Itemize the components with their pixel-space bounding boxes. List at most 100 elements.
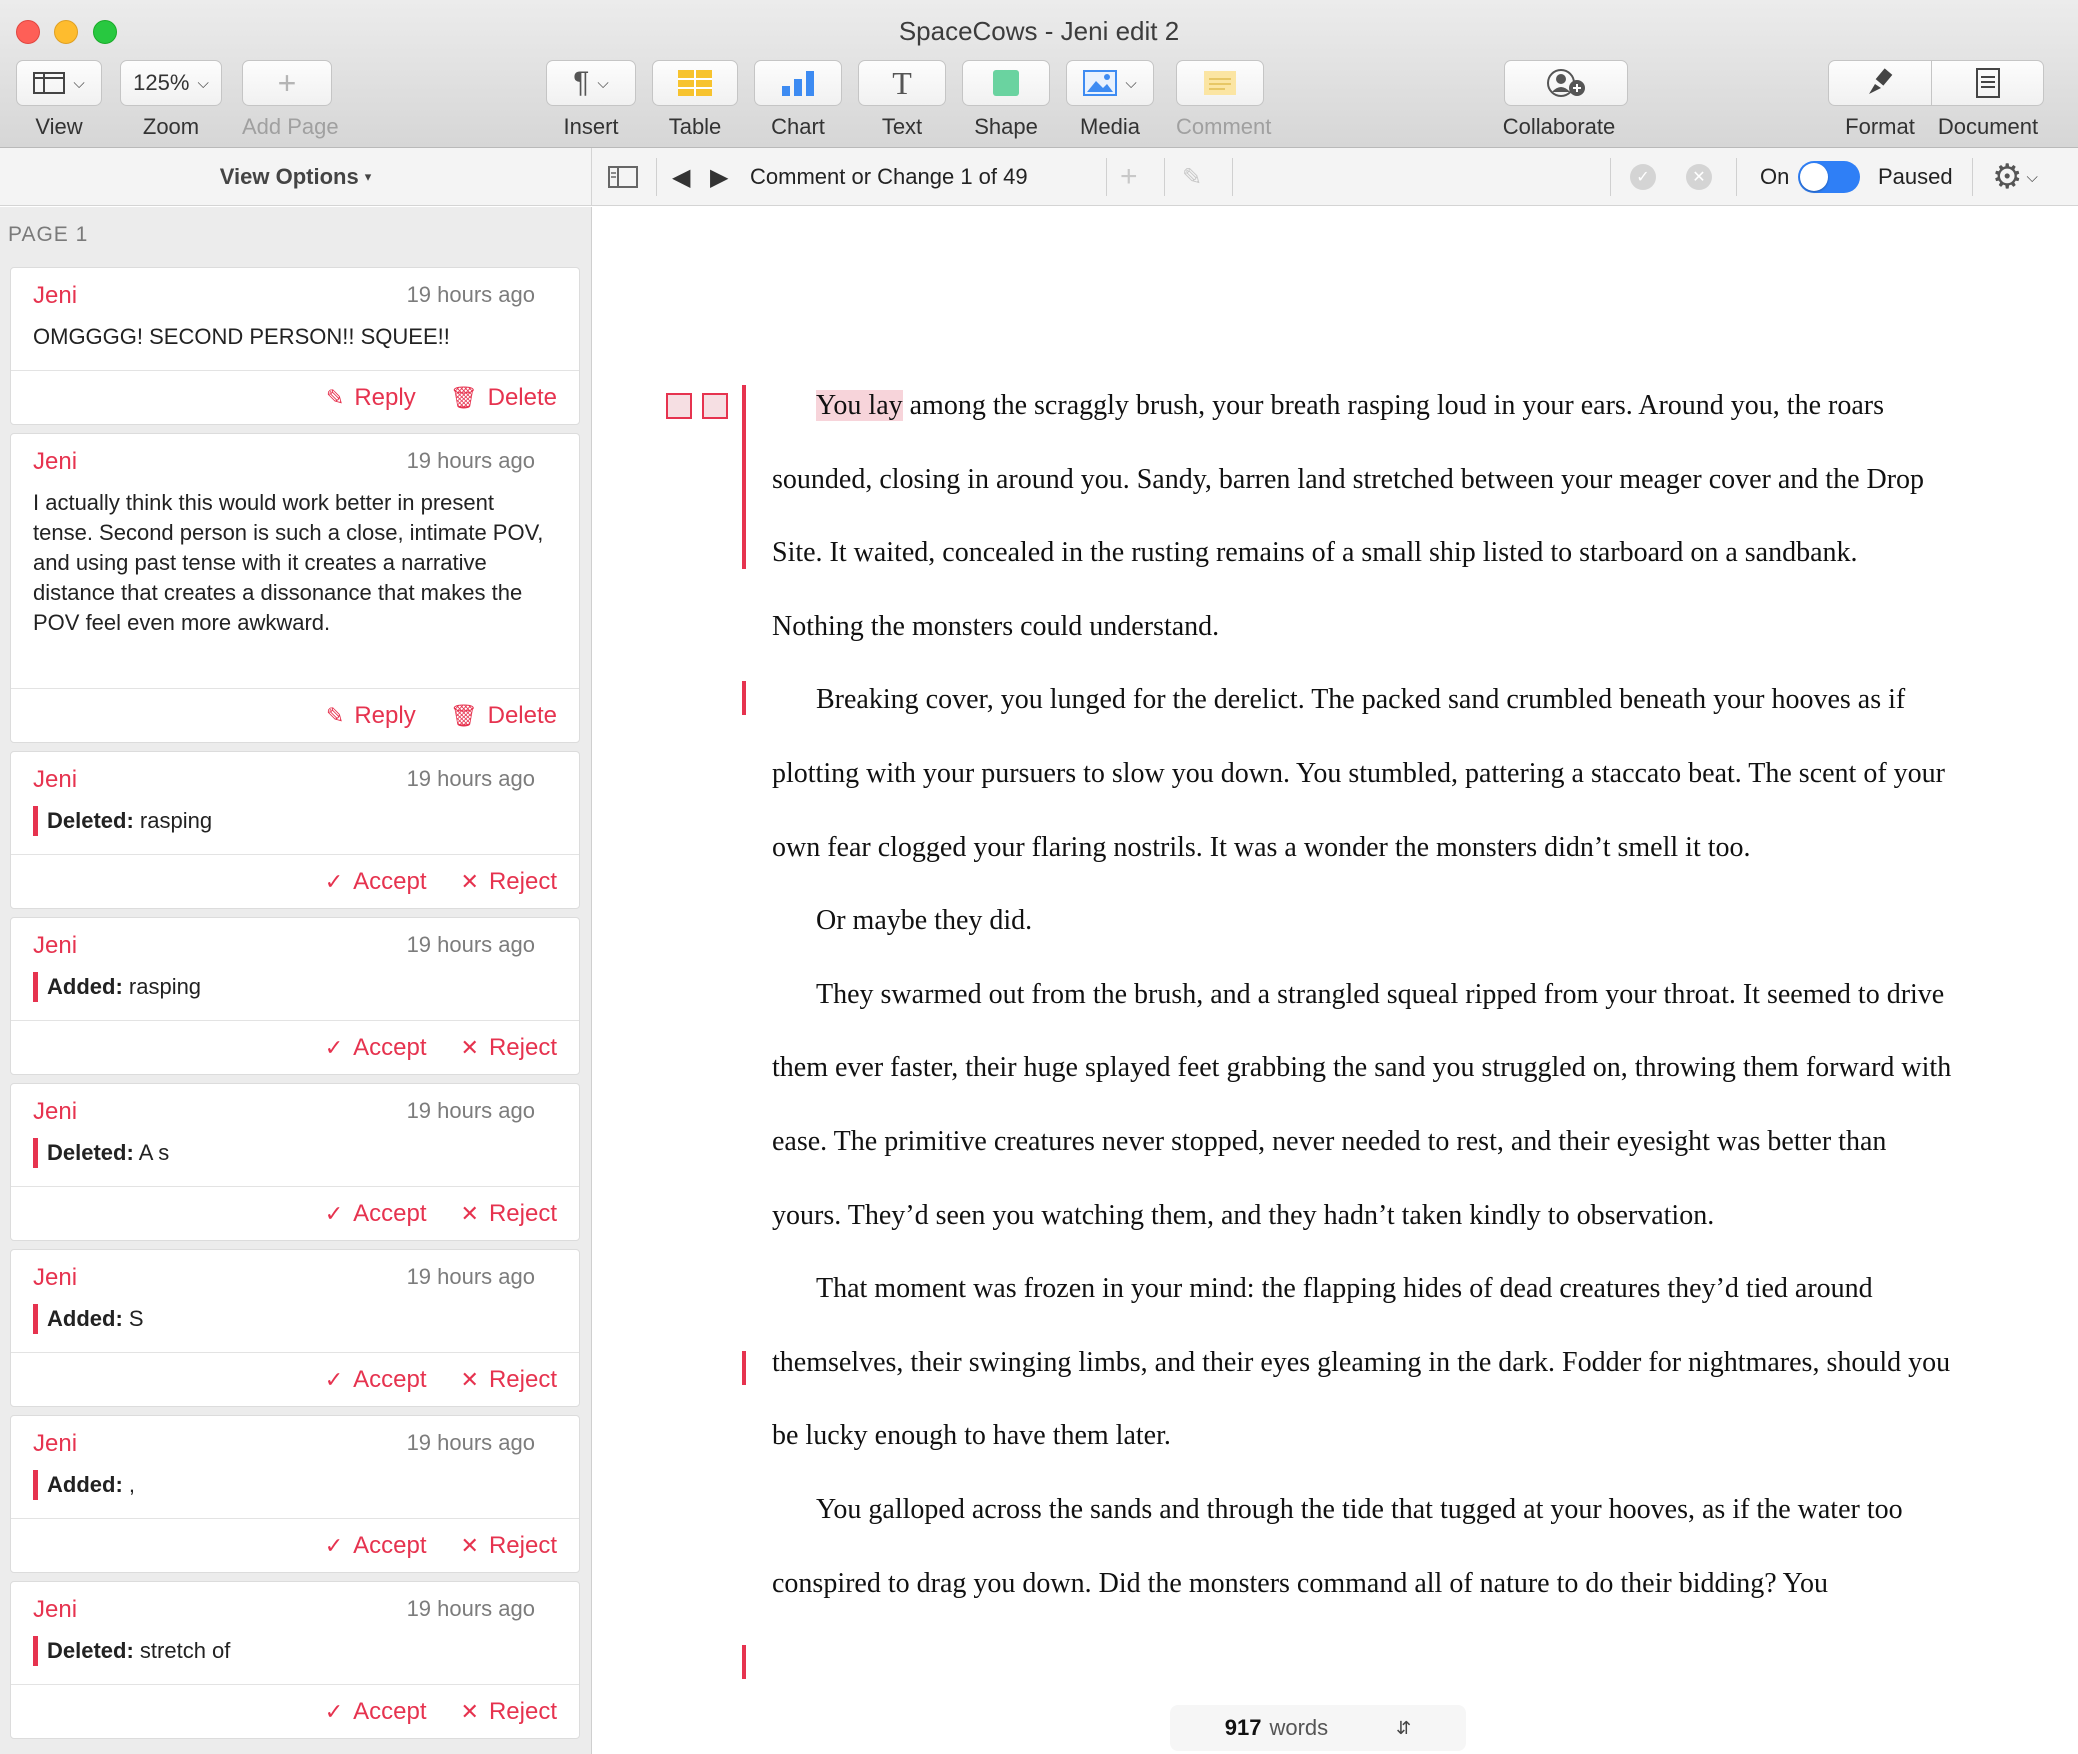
comment-card[interactable]: Jeni 19 hours ago OMGGGG! SECOND PERSON!… [10, 267, 580, 425]
accept-button[interactable]: ✓ Accept [325, 1200, 427, 1228]
shape-icon [993, 70, 1019, 96]
toolbar-chart[interactable]: Chart [754, 60, 842, 140]
view-button[interactable]: ⌵ [16, 60, 102, 106]
reject-button[interactable]: ✕ Reject [461, 1532, 557, 1560]
change-card[interactable]: Jeni 19 hours ago Added: S ✓ Accept ✕ Reje… [10, 1249, 580, 1407]
reject-all-button[interactable]: ✕ [1686, 148, 1712, 206]
media-button[interactable]: ⌵ [1066, 60, 1154, 106]
insert-button[interactable]: ¶ ⌵ [546, 60, 636, 106]
toolbar-collaborate[interactable]: Collaborate [1490, 60, 1628, 140]
zoom-value: 125% [133, 70, 190, 95]
toolbar-comment[interactable]: Comment [1176, 60, 1271, 140]
tracking-on-label: On [1760, 164, 1790, 189]
comment-card[interactable]: Jeni 19 hours ago I actually think this … [10, 433, 580, 743]
commented-text[interactable]: You lay [816, 390, 903, 421]
next-change-button[interactable]: ▶ [710, 148, 728, 206]
accept-label: Accept [353, 867, 427, 895]
reject-label: Reject [488, 1697, 557, 1725]
toolbar-add-page[interactable]: + Add Page [242, 60, 339, 140]
zoom-select[interactable]: 125% ⌵ [120, 60, 222, 106]
pencil-icon: ✎ [325, 702, 345, 728]
document-canvas[interactable]: You lay among the scraggly brush, your b… [594, 207, 2078, 1754]
comment-marker[interactable] [702, 393, 728, 419]
comments-sidebar: PAGE 1 Jeni 19 hours ago OMGGGG! SECOND … [0, 207, 592, 1754]
toolbar-insert[interactable]: ¶ ⌵ Insert [546, 60, 636, 140]
comment-note-icon [1204, 71, 1236, 95]
toolbar-view[interactable]: ⌵ View [16, 60, 102, 140]
x-icon: ✕ [460, 1698, 479, 1724]
accept-button[interactable]: ✓ Accept [325, 1034, 427, 1062]
format-button[interactable] [1828, 60, 1932, 106]
comment-author: Jeni [33, 282, 78, 309]
toolbar-shape[interactable]: Shape [962, 60, 1050, 140]
toolbar-table[interactable]: Table [652, 60, 738, 140]
checkmark-icon: ✓ [324, 1366, 344, 1392]
change-description: Added: rasping [33, 972, 553, 1002]
change-bar [742, 385, 746, 569]
sidebar-layout-icon [33, 72, 66, 94]
text-box-icon: T [892, 64, 912, 101]
add-comment-button[interactable]: + [1120, 148, 1138, 206]
table-button[interactable] [652, 60, 738, 106]
comment-button[interactable] [1176, 60, 1264, 106]
toolbar-inspector[interactable]: Format Document [1828, 60, 2044, 140]
chart-button[interactable] [754, 60, 842, 106]
change-time: 19 hours ago [406, 1098, 535, 1123]
change-card[interactable]: Jeni 19 hours ago Added: rasping ✓ Accept… [10, 917, 580, 1075]
accept-button[interactable]: ✓ Accept [325, 1698, 427, 1726]
accept-all-button[interactable]: ✓ [1630, 148, 1656, 206]
reply-button[interactable]: ✎ Reply [326, 384, 416, 412]
toolbar-zoom[interactable]: 125% ⌵ Zoom [120, 60, 222, 140]
toggle-switch[interactable] [1798, 161, 1860, 193]
reject-button[interactable]: ✕ Reject [461, 1698, 557, 1726]
reject-button[interactable]: ✕ Reject [461, 1034, 557, 1062]
change-card[interactable]: Jeni 19 hours ago Added: , ✓ Accept ✕ Reje… [10, 1415, 580, 1573]
change-description: Added: , [33, 1470, 553, 1500]
word-count-pill[interactable]: 917 words ⇵ [1170, 1705, 1466, 1751]
change-description: Deleted: A s [33, 1138, 553, 1168]
separator [1610, 158, 1611, 196]
comment-actions: ✎ Reply 🗑 Delete [11, 370, 579, 424]
view-options-button[interactable]: View Options ▾ [0, 148, 592, 206]
shape-button[interactable] [962, 60, 1050, 106]
previous-change-button[interactable]: ◀ [672, 148, 690, 206]
delete-button[interactable]: 🗑 Delete [450, 702, 557, 730]
accept-button[interactable]: ✓ Accept [325, 1366, 427, 1394]
collaborate-button[interactable] [1504, 60, 1628, 106]
delete-button[interactable]: 🗑 Delete [450, 384, 557, 412]
reject-button[interactable]: ✕ Reject [461, 1366, 557, 1394]
accept-button[interactable]: ✓ Accept [325, 868, 427, 896]
change-card[interactable]: Jeni 19 hours ago Deleted: stretch of ✓ A… [10, 1581, 580, 1739]
reject-button[interactable]: ✕ Reject [461, 1200, 557, 1228]
up-down-chevron-icon: ⇵ [1396, 1717, 1412, 1738]
document-body[interactable]: You lay among the scraggly brush, your b… [772, 369, 1952, 1620]
comment-actions: ✎ Reply 🗑 Delete [11, 688, 579, 742]
change-kind: Deleted: [47, 1638, 134, 1663]
x-icon: ✕ [460, 1034, 479, 1060]
tracking-settings-button[interactable]: ⚙ ⌵ [1992, 148, 2038, 206]
triangle-right-icon: ▶ [710, 163, 729, 191]
pilcrow-icon: ¶ [573, 66, 590, 99]
tracking-toggle[interactable] [1798, 148, 1860, 206]
paragraph: Or maybe they did. [816, 905, 1033, 937]
toolbar-media[interactable]: ⌵ Media [1066, 60, 1154, 140]
comment-text: I actually think this would work better … [33, 490, 544, 635]
toolbar-text[interactable]: T Text [858, 60, 946, 140]
bar-chart-icon [782, 71, 814, 96]
edit-button[interactable]: ✎ [1182, 148, 1202, 206]
reply-button[interactable]: ✎ Reply [326, 702, 416, 730]
add-page-button[interactable]: + [242, 60, 332, 106]
toggle-sidebar-button[interactable] [608, 148, 638, 206]
paragraph: Breaking cover, you lunged for the derel… [772, 684, 1945, 863]
change-card[interactable]: Jeni 19 hours ago Deleted: A s ✓ Accept ✕… [10, 1083, 580, 1241]
delete-label: Delete [487, 701, 557, 729]
change-card[interactable]: Jeni 19 hours ago Deleted: rasping ✓ Acce… [10, 751, 580, 909]
paragraph-text: among the scraggly brush, your breath ra… [772, 390, 1925, 642]
accept-button[interactable]: ✓ Accept [325, 1532, 427, 1560]
comment-marker[interactable] [666, 393, 692, 419]
reject-button[interactable]: ✕ Reject [461, 868, 557, 896]
document-button[interactable] [1932, 60, 2044, 106]
x-icon: ✕ [460, 1366, 479, 1392]
change-value: stretch of [139, 1638, 231, 1663]
text-button[interactable]: T [858, 60, 946, 106]
